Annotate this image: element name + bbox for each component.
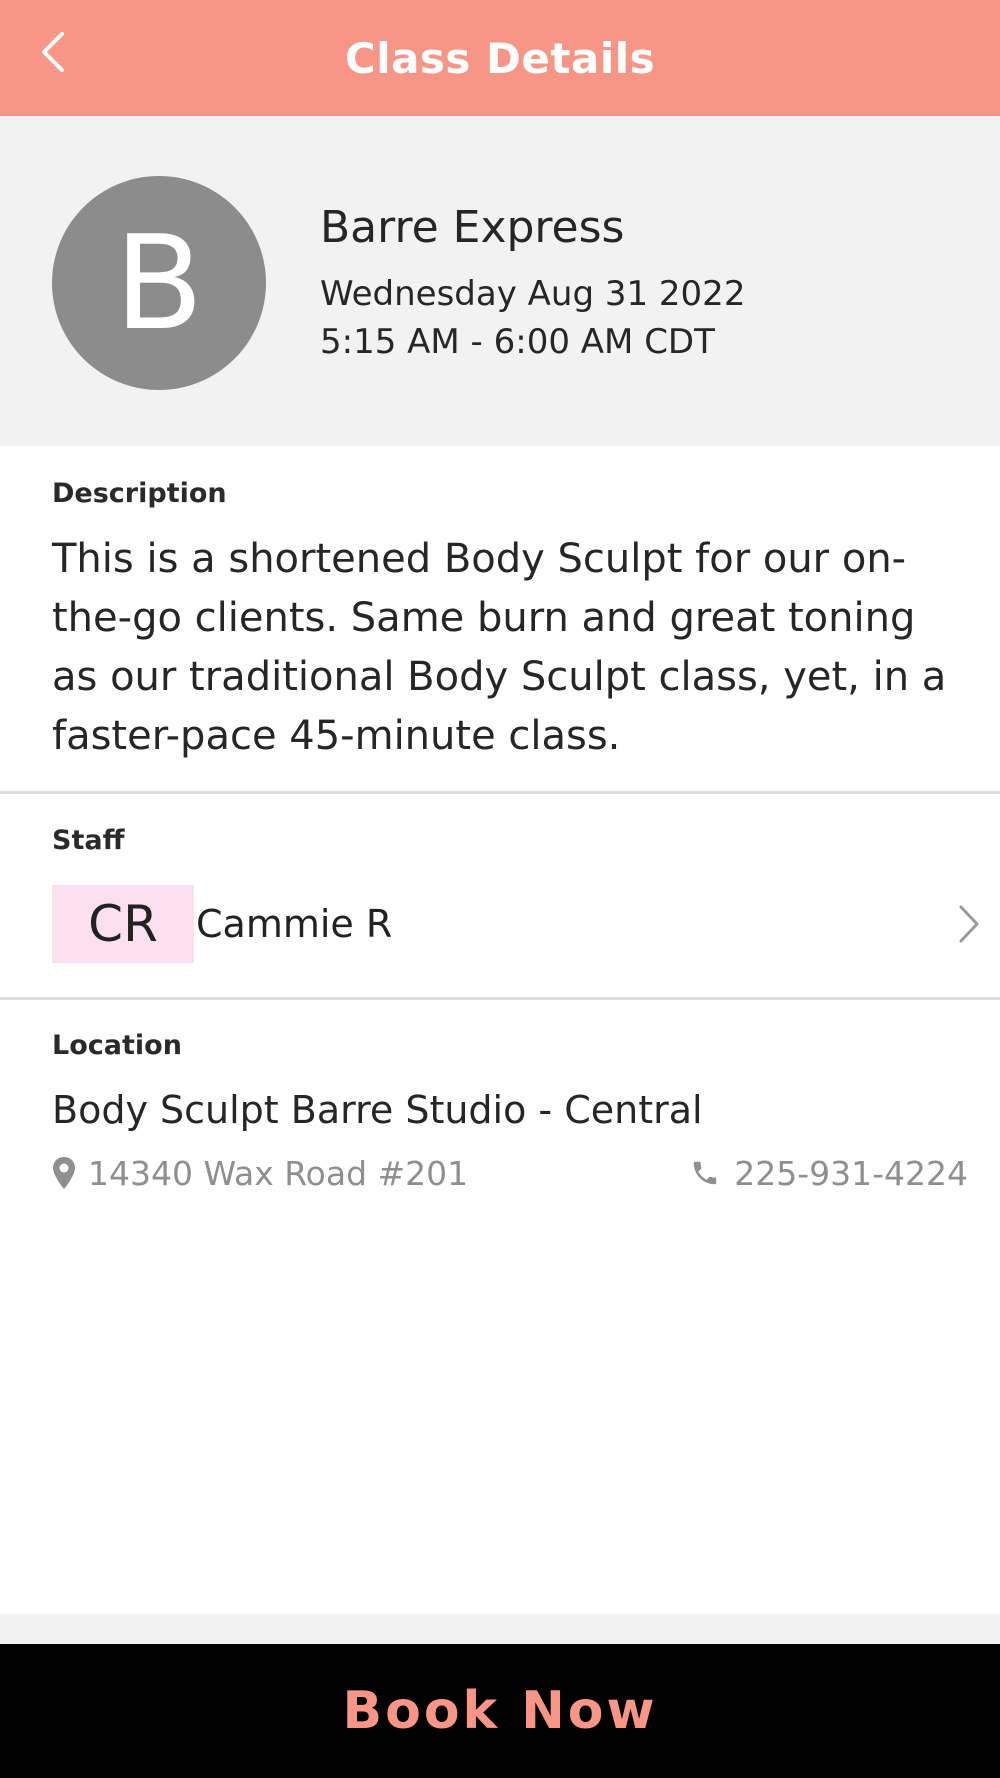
class-details-screen: Class Details B Barre Express Wednesday … <box>0 0 1000 1778</box>
divider <box>0 791 1000 794</box>
staff-avatar: CR <box>52 885 194 963</box>
phone-icon <box>693 1161 717 1185</box>
staff-row[interactable]: CR Cammie R <box>52 884 988 964</box>
location-label: Location <box>52 1030 182 1061</box>
class-summary: B Barre Express Wednesday Aug 31 2022 5:… <box>0 116 1000 446</box>
chevron-left-icon <box>42 32 64 72</box>
book-now-label: Book Now <box>342 1681 658 1741</box>
class-avatar: B <box>52 176 266 390</box>
top-bar: Class Details <box>0 0 1000 116</box>
book-now-button[interactable]: Book Now <box>0 1644 1000 1778</box>
phone-link[interactable]: 225-931-4224 <box>690 1150 968 1196</box>
back-button[interactable] <box>22 22 82 82</box>
map-pin-icon <box>53 1157 75 1189</box>
description-label: Description <box>52 478 227 509</box>
class-name: Barre Express <box>320 202 625 253</box>
footer-spacer <box>0 1614 1000 1644</box>
address-link[interactable]: 14340 Wax Road #201 <box>52 1150 468 1196</box>
staff-name: Cammie R <box>196 902 393 946</box>
chevron-right-icon <box>948 894 988 954</box>
class-date: Wednesday Aug 31 2022 <box>320 274 746 314</box>
class-time: 5:15 AM - 6:00 AM CDT <box>320 322 715 362</box>
address-text: 14340 Wax Road #201 <box>88 1153 469 1193</box>
description-text: This is a shortened Body Sculpt for our … <box>52 536 947 759</box>
phone-text: 225-931-4224 <box>734 1153 968 1193</box>
page-title: Class Details <box>344 33 656 83</box>
location-name: Body Sculpt Barre Studio - Central <box>52 1088 703 1132</box>
staff-label: Staff <box>52 825 125 856</box>
divider <box>0 997 1000 1000</box>
